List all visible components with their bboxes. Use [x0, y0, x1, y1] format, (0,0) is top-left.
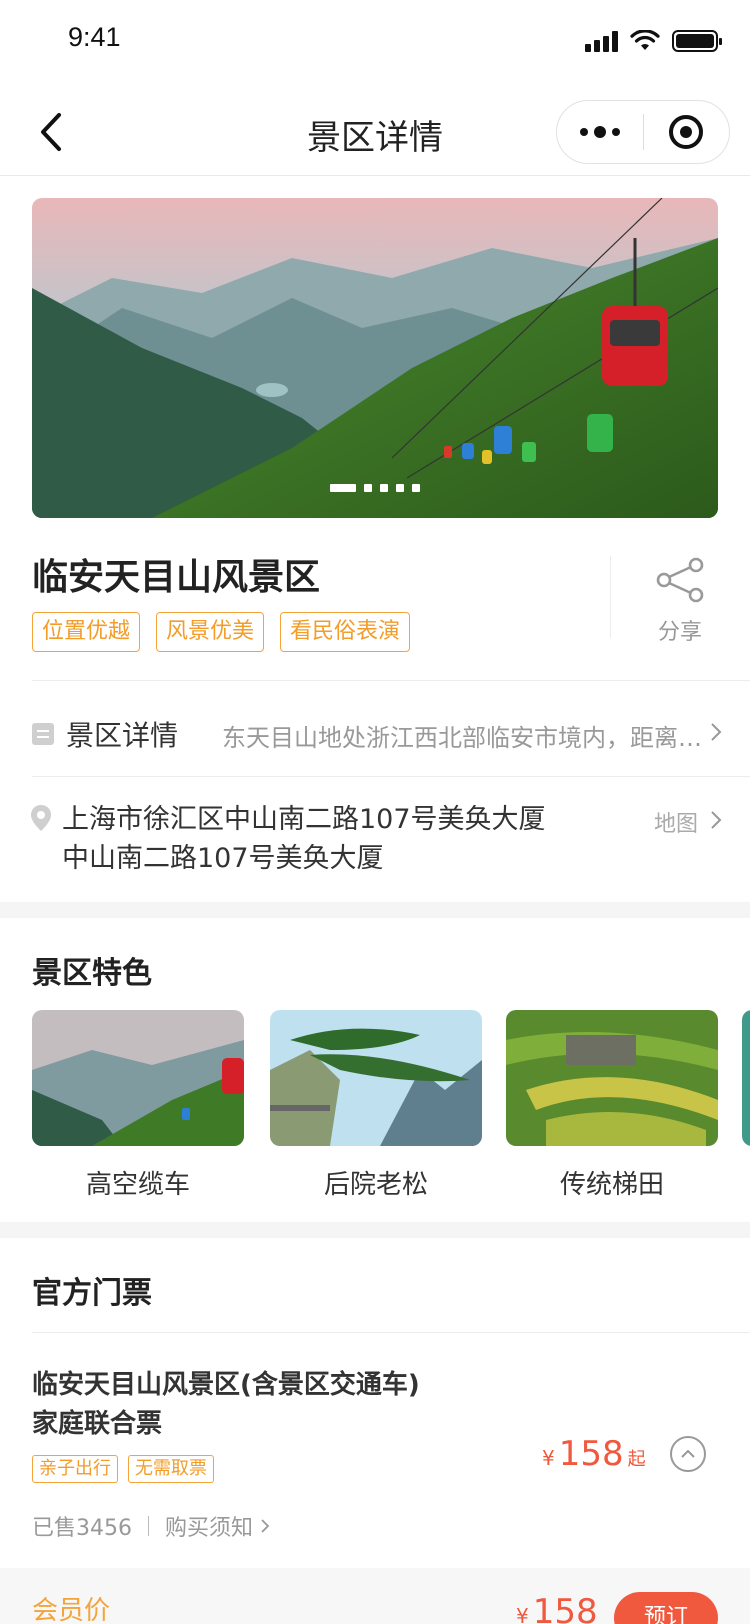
- chevron-right-icon: [711, 723, 722, 741]
- scenic-tag: 看民俗表演: [280, 612, 411, 652]
- feature-image-cablecar: [32, 1010, 244, 1146]
- collapse-button[interactable]: [670, 1436, 706, 1472]
- feature-name: 传统梯田: [559, 1170, 664, 1200]
- feature-card[interactable]: [742, 1010, 750, 1146]
- feature-card[interactable]: 高空缆车: [32, 1010, 244, 1200]
- price-suffix: 起: [627, 1449, 646, 1470]
- feature-image-terraces: [506, 1010, 718, 1146]
- miniprogram-capsule: [556, 100, 730, 164]
- ticket-price: ¥ 158 起: [542, 1434, 646, 1474]
- share-label: 分享: [657, 620, 702, 645]
- scenic-tag: 位置优越: [32, 612, 141, 652]
- sold-count: 已售3456: [32, 1516, 132, 1541]
- detail-row-label: 景区详情: [66, 719, 179, 752]
- tickets-title: 官方门票: [32, 1276, 152, 1311]
- hero-banner[interactable]: [32, 198, 718, 518]
- ticket-meta: 已售3456 购买须知: [32, 1510, 271, 1542]
- battery-icon: [672, 30, 722, 52]
- detail-row-description: 东天目山地处浙江西北部临安市境内，距离杭州市区约…: [222, 724, 702, 752]
- ticket-name[interactable]: 临安天目山风景区(含景区交通车) 家庭联合票: [32, 1366, 420, 1444]
- features-title: 景区特色: [32, 956, 152, 991]
- ticket-tag: 无需取票: [128, 1455, 214, 1483]
- more-button[interactable]: [557, 101, 643, 163]
- feature-name: 后院老松: [323, 1170, 428, 1200]
- ticket-name-line-1: 临安天目山风景区(含景区交通车): [32, 1370, 420, 1400]
- member-price-row: 会员价 ¥ 158 预订: [0, 1568, 750, 1624]
- status-icons: [585, 30, 722, 52]
- section-gap: [0, 1222, 750, 1238]
- address-line-1: 上海市徐汇区中山南二路107号美奂大厦: [62, 804, 546, 835]
- share-button[interactable]: 分享: [640, 556, 720, 646]
- member-price-label: 会员价: [32, 1596, 111, 1624]
- feature-card[interactable]: 后院老松: [270, 1010, 482, 1200]
- divider: [32, 776, 750, 777]
- pagination-dot: [364, 484, 372, 492]
- nav-bar: 景区详情: [0, 88, 750, 176]
- location-pin-icon: [31, 805, 51, 831]
- banner-image: [32, 198, 718, 518]
- address-line-2: 中山南二路107号美奂大厦: [62, 843, 384, 874]
- section-gap: [0, 902, 750, 918]
- ticket-name-line-2: 家庭联合票: [32, 1409, 163, 1439]
- banner-pagination: [32, 484, 718, 492]
- chevron-right-icon: [711, 811, 722, 829]
- wifi-icon: [630, 30, 660, 50]
- member-price: ¥ 158: [516, 1592, 598, 1624]
- scenic-tags: 位置优越 风景优美 看民俗表演: [32, 612, 411, 652]
- target-icon: [669, 115, 704, 149]
- divider: [32, 1332, 750, 1333]
- price-value: 158: [532, 1592, 598, 1624]
- feature-image-pine: [270, 1010, 482, 1146]
- pagination-dot-active: [330, 484, 356, 492]
- detail-row[interactable]: 景区详情: [32, 714, 178, 754]
- feature-card[interactable]: 传统梯田: [506, 1010, 718, 1200]
- feature-name: 高空缆车: [85, 1170, 190, 1200]
- status-bar: 9:41: [0, 0, 750, 88]
- currency-symbol: ¥: [542, 1446, 555, 1470]
- meta-divider: [148, 1516, 149, 1536]
- pagination-dot: [412, 484, 420, 492]
- scenic-tag: 风景优美: [156, 612, 265, 652]
- status-time: 9:41: [68, 22, 121, 52]
- map-link[interactable]: 地图: [654, 806, 698, 838]
- purchase-notice-link[interactable]: 购买须知: [165, 1510, 253, 1542]
- divider: [32, 680, 750, 681]
- share-divider: [610, 556, 611, 638]
- book-button[interactable]: 预订: [614, 1592, 718, 1624]
- cellular-signal-icon: [585, 30, 618, 52]
- price-value: 158: [558, 1434, 624, 1474]
- feature-image-partial: [742, 1010, 750, 1146]
- close-miniprogram-button[interactable]: [644, 101, 730, 163]
- address-text: 上海市徐汇区中山南二路107号美奂大厦 中山南二路107号美奂大厦: [62, 800, 546, 878]
- document-icon: [32, 723, 54, 745]
- chevron-up-icon: [681, 1449, 695, 1458]
- ticket-tag: 亲子出行: [32, 1455, 118, 1483]
- more-dots-icon: [579, 126, 620, 138]
- pagination-dot: [380, 484, 388, 492]
- scenic-name: 临安天目山风景区: [32, 557, 321, 598]
- currency-symbol: ¥: [516, 1604, 529, 1624]
- features-carousel[interactable]: 高空缆车 后院老松 传统梯田: [32, 1010, 750, 1200]
- share-icon: [656, 557, 704, 603]
- pagination-dot: [396, 484, 404, 492]
- ticket-tags: 亲子出行 无需取票: [32, 1455, 214, 1483]
- chevron-right-icon: [261, 1519, 270, 1533]
